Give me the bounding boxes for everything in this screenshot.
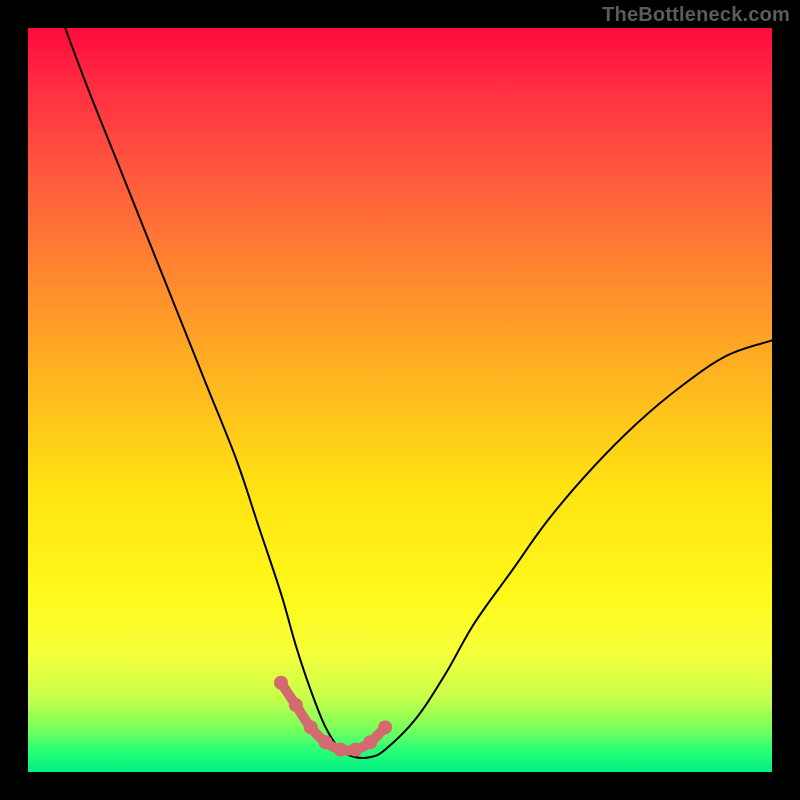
notch-marker-dot [333, 743, 347, 757]
notch-marker-dot [378, 720, 392, 734]
notch-marker-dot [289, 698, 303, 712]
watermark-text: TheBottleneck.com [602, 4, 790, 27]
notch-marker-dot [274, 676, 288, 690]
bottleneck-curve [65, 28, 772, 758]
plot-area [28, 28, 772, 772]
notch-marker-dot [348, 743, 362, 757]
bottleneck-curve-svg [28, 28, 772, 772]
notch-marker-dot [304, 720, 318, 734]
notch-marker-dot [319, 735, 333, 749]
chart-frame: TheBottleneck.com [0, 0, 800, 800]
notch-marker-dot [363, 735, 377, 749]
